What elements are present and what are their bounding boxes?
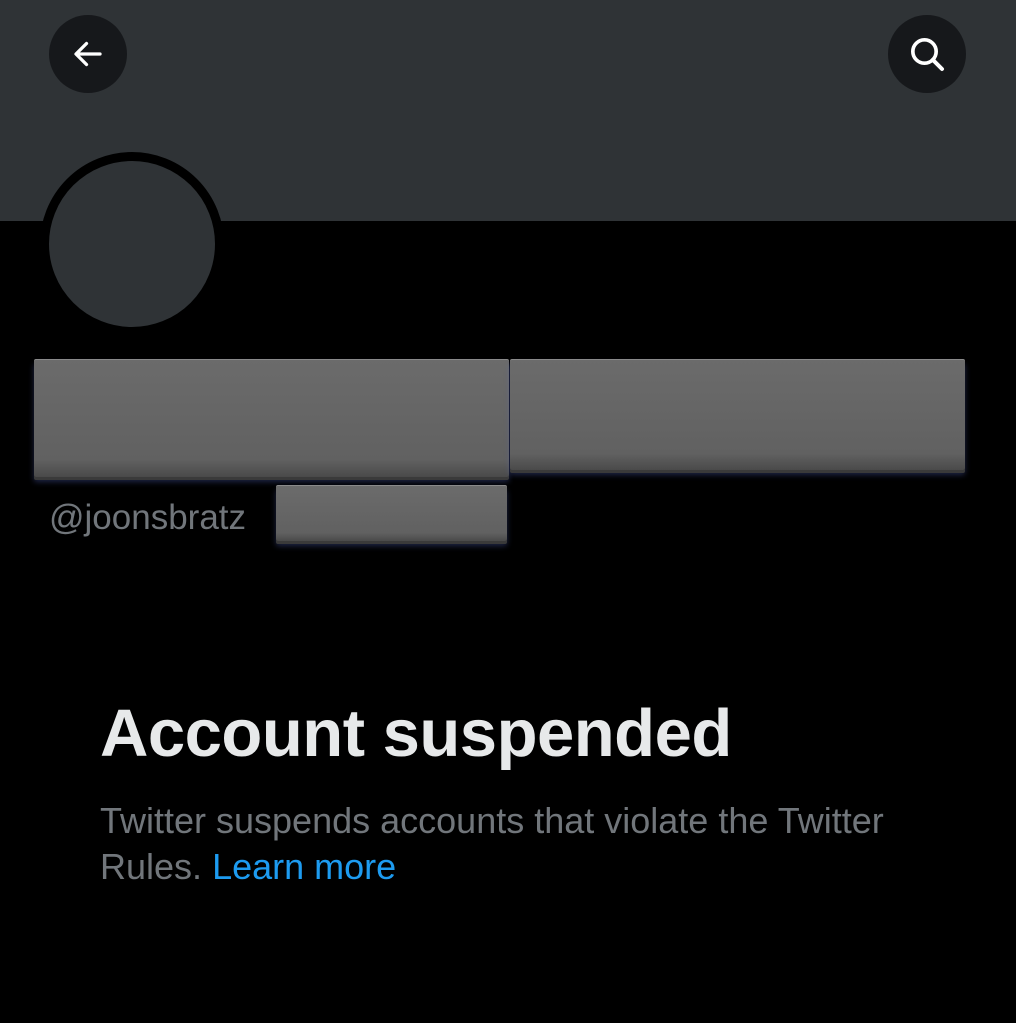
- search-button[interactable]: [888, 15, 966, 93]
- profile-page: @joonsbratz Account suspended Twitter su…: [0, 0, 1016, 1023]
- learn-more-link[interactable]: Learn more: [212, 846, 396, 887]
- avatar[interactable]: [40, 152, 224, 336]
- display-name-redaction: [34, 359, 509, 477]
- handle-redaction: [276, 485, 507, 541]
- profile-handle: @joonsbratz: [49, 498, 247, 537]
- search-icon: [911, 38, 944, 71]
- suspended-description: Twitter suspends accounts that violate t…: [100, 798, 920, 890]
- back-button[interactable]: [49, 15, 127, 93]
- display-name-redaction-2: [510, 359, 965, 470]
- arrow-left-icon: [74, 41, 102, 67]
- suspended-title: Account suspended: [100, 696, 732, 771]
